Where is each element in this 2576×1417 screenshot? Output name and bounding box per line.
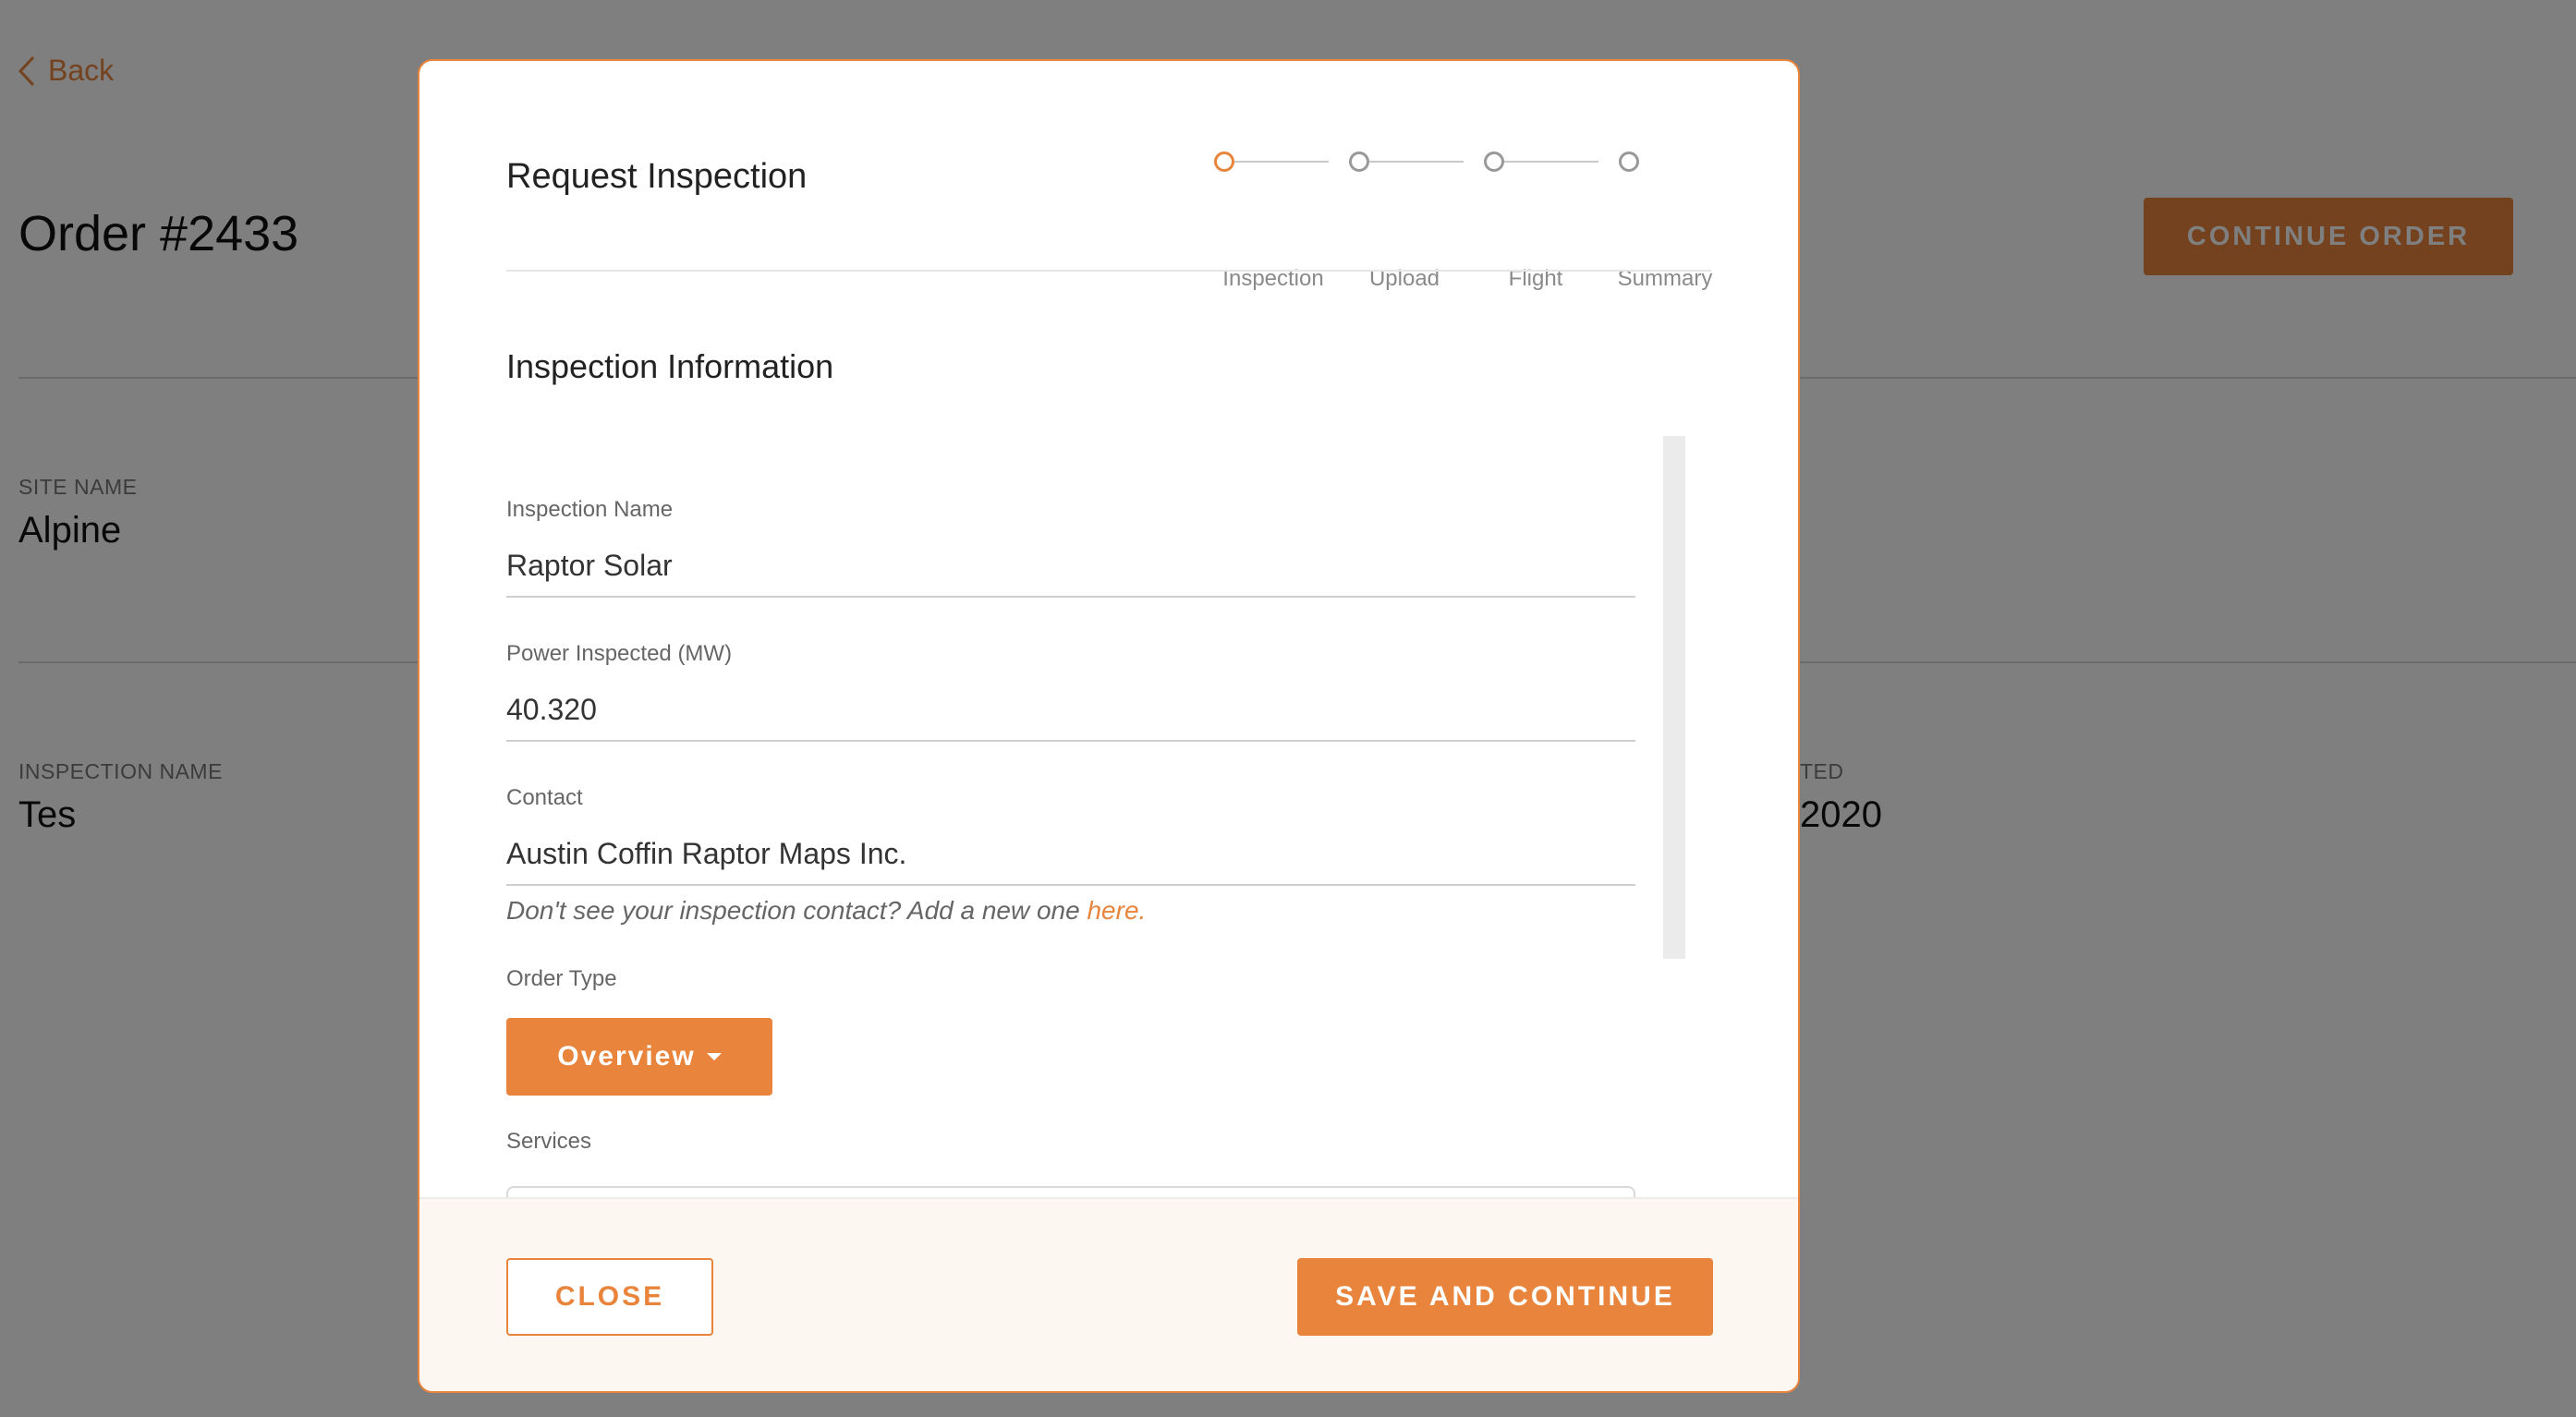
caret-down-icon [706,1053,722,1060]
order-type-dropdown[interactable]: Overview [506,1018,772,1096]
services-label: Services [506,1129,592,1154]
inspection-name-field-label: Inspection Name [506,497,674,522]
inspection-name-input[interactable] [506,549,1635,598]
power-inspected-field-label: Power Inspected (MW) [506,641,733,666]
step-upload-dot [1349,151,1369,172]
modal-title: Request Inspection [506,157,808,196]
order-type-label: Order Type [506,966,617,991]
header-divider [506,270,1711,272]
step-flight-dot [1484,151,1504,172]
progress-stepper [1207,151,1798,225]
contact-input[interactable] [506,837,1635,886]
step-connector [1504,161,1598,163]
form-scroll-area[interactable]: Inspection Name Power Inspected (MW) Con… [506,430,1637,1212]
power-inspected-input[interactable] [506,693,1635,742]
save-and-continue-button[interactable]: SAVE AND CONTINUE [1297,1258,1713,1336]
add-contact-link[interactable]: here. [1087,896,1146,925]
step-inspection-dot [1214,151,1234,172]
order-type-value: Overview [557,1041,696,1072]
contact-field-label: Contact [506,785,583,810]
step-summary-dot [1619,151,1639,172]
step-connector [1234,161,1329,163]
modal-footer: CLOSE SAVE AND CONTINUE [419,1197,1798,1391]
close-button[interactable]: CLOSE [506,1258,713,1336]
section-title: Inspection Information [506,347,834,385]
contact-hint-text: Don't see your inspection contact? Add a… [506,896,1080,925]
request-inspection-modal: Request Inspection Inspection Upload Fli… [418,59,1800,1393]
contact-hint: Don't see your inspection contact? Add a… [506,896,1146,926]
form-scrollbar[interactable] [1663,436,1685,959]
step-connector [1369,161,1464,163]
